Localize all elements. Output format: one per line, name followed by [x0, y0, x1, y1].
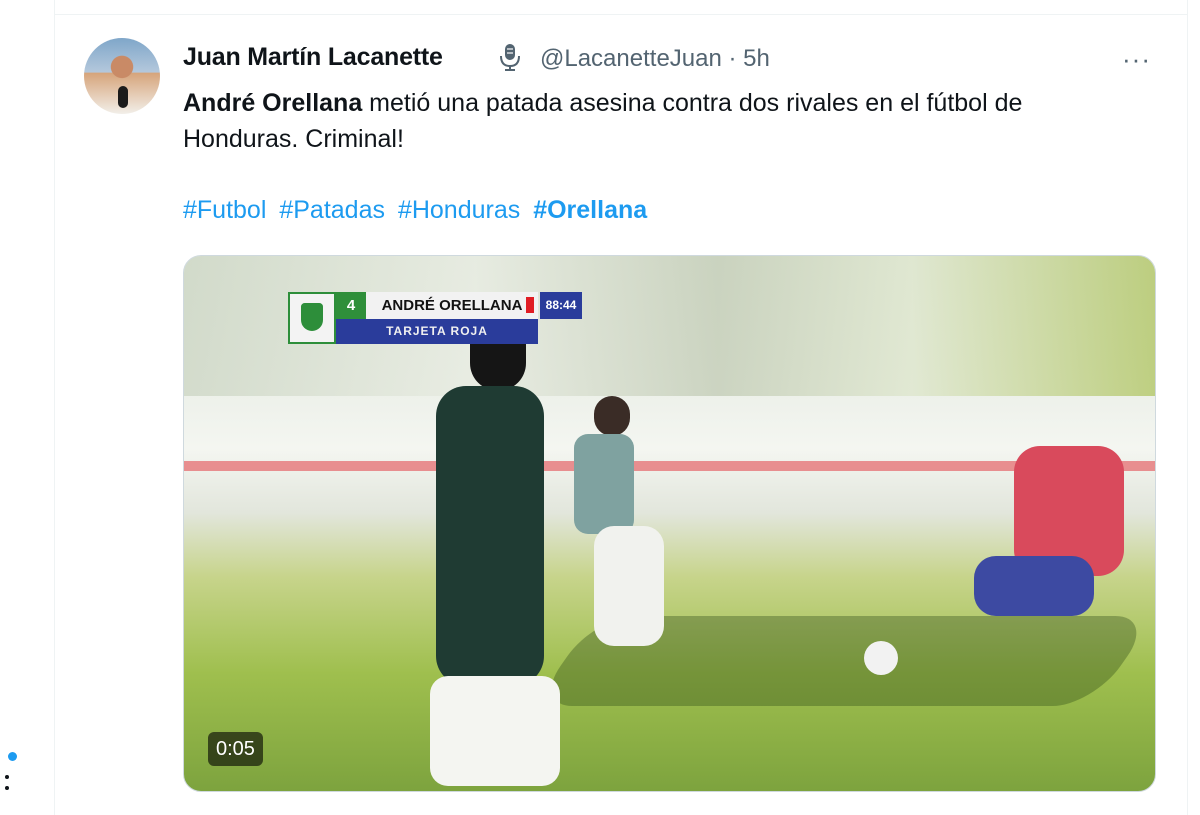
player-number: 4 — [336, 292, 366, 319]
player-figure — [954, 426, 1134, 686]
player-figure — [420, 306, 560, 791]
hashtags: #Futbol #Patadas #Honduras #Orellana — [183, 196, 653, 225]
event-label: TARJETA ROJA — [336, 319, 538, 344]
red-card-icon — [526, 297, 534, 313]
previous-item-edge — [54, 0, 1188, 14]
author-handle[interactable]: @LacanetteJuan — [540, 45, 722, 72]
video-duration: 0:05 — [208, 732, 263, 766]
microphone-icon — [500, 44, 520, 71]
author-name[interactable]: Juan Martín Lacanette — [183, 43, 443, 72]
hashtag-link[interactable]: #Patadas — [279, 196, 385, 224]
author-handle-time[interactable]: @LacanetteJuan · 5h — [540, 45, 770, 73]
more-icon[interactable]: ··· — [1122, 44, 1151, 75]
avatar[interactable] — [84, 38, 160, 114]
tweet-text: André Orellana metió una patada asesina … — [183, 85, 1143, 157]
timestamp[interactable]: 5h — [743, 45, 770, 72]
left-rail — [0, 0, 52, 797]
dot-icon — [5, 786, 9, 790]
hashtag-link[interactable]: #Orellana — [533, 196, 647, 224]
mention-bold: André Orellana — [183, 89, 363, 117]
player-name-banner: ANDRÉ ORELLANA — [366, 292, 538, 319]
hashtag-link[interactable]: #Futbol — [183, 196, 266, 224]
team-crest-icon — [288, 292, 336, 344]
notification-dot — [8, 752, 17, 761]
dot-icon — [5, 775, 9, 779]
time-separator: · — [728, 45, 737, 72]
video-player[interactable]: 4 ANDRÉ ORELLANA 88:44 TARJETA ROJA 0:05 — [183, 255, 1156, 792]
hashtag-link[interactable]: #Honduras — [398, 196, 520, 224]
match-clock: 88:44 — [540, 292, 582, 319]
ball-icon — [864, 641, 898, 675]
player-figure — [564, 396, 674, 656]
